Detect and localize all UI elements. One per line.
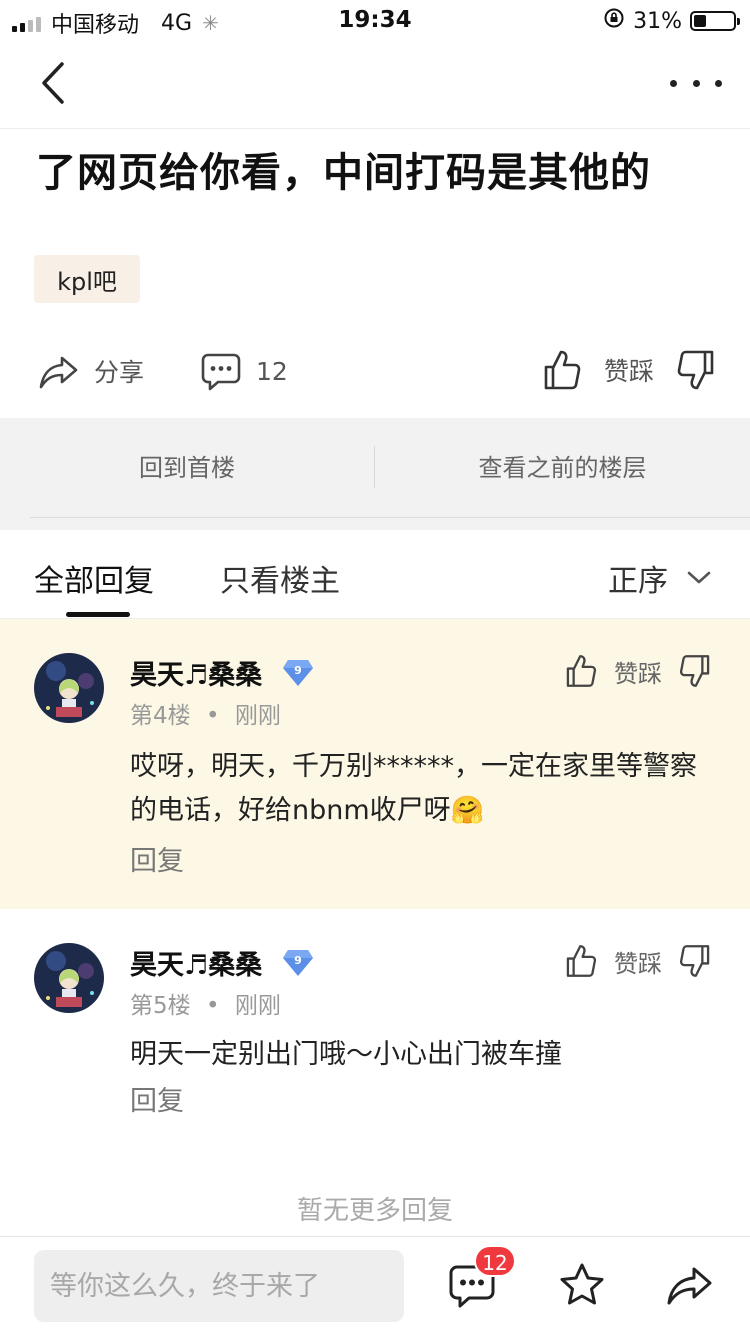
floor-number: 第5楼 [130,993,191,1019]
comment-button[interactable]: 12 [200,350,288,392]
reply-vote: 赞踩 [564,653,712,689]
reply-meta: 第5楼 • 刚刚 [130,993,281,1019]
svg-text:9: 9 [294,954,302,967]
comment-icon [201,353,241,391]
share-button[interactable] [666,1261,714,1309]
username[interactable]: 昊天♬桑桑 9 [130,943,314,985]
share-label: 分享 [94,358,145,387]
level-badge: 9 [282,948,314,985]
tab-owner-only[interactable]: 只看楼主 [220,556,340,600]
battery-percent: 31% [633,8,682,34]
comment-count-badge: 12 [474,1245,516,1277]
post-title: 了网页给你看，中间打码是其他的 [36,150,651,196]
reply-time: 刚刚 [234,993,281,1019]
thumbs-down-icon[interactable] [678,943,712,979]
reply-time: 刚刚 [234,703,281,729]
nav-bar [0,40,750,129]
vote-label: 赞踩 [604,357,655,386]
vote-label: 赞踩 [614,949,662,978]
favorite-button[interactable] [558,1261,606,1309]
reply-button[interactable]: 回复 [130,839,184,878]
username[interactable]: 昊天♬桑桑 9 [130,653,314,695]
no-more-replies: 暂无更多回复 [296,1196,453,1226]
reply-item: 昊天♬桑桑 9 第5楼 • 刚刚 明天一定别出门哦～小心出门被车撞 回复 赞踩 [0,909,750,1149]
floor-nav: 回到首楼 查看之前的楼层 [0,418,750,530]
reply-vote: 赞踩 [564,943,712,979]
tab-all-replies[interactable]: 全部回复 [34,556,154,600]
chevron-left-icon [42,62,64,104]
status-bar: 中国移动 4G ✳ 19:34 31% [0,0,750,40]
reply-text: 哎呀，明天，千万别******，一定在家里等警察的电话，好给nbnm收尸呀🤗 [130,751,697,826]
vote-group: 赞踩 [542,348,716,392]
comment-input[interactable] [34,1250,404,1322]
vote-label: 赞踩 [614,659,662,688]
reply-item: 昊天♬桑桑 9 第4楼 • 刚刚 哎呀，明天，千万别******，一定在家里等警… [0,619,750,909]
first-floor-link[interactable]: 回到首楼 [0,418,374,518]
thumbs-down-icon[interactable] [678,653,712,689]
reply-button[interactable]: 回复 [130,1079,184,1118]
forum-tag[interactable]: kpl吧 [34,255,140,303]
hug-emoji: 🤗 [450,795,485,826]
share-icon [667,1267,712,1305]
thumbs-down-icon[interactable] [676,348,716,392]
thumbs-up-icon[interactable] [542,348,582,392]
back-button[interactable] [30,58,80,108]
avatar[interactable] [34,943,104,1013]
reply-meta: 第4楼 • 刚刚 [130,703,281,729]
tab-indicator [66,612,130,617]
sort-label: 正序 [608,564,668,599]
comment-count: 12 [256,356,288,386]
reply-text: 明天一定别出门哦～小心出门被车撞 [130,1039,562,1070]
previous-floors-link[interactable]: 查看之前的楼层 [375,418,750,518]
more-button[interactable] [670,66,722,100]
floor-number: 第4楼 [130,703,191,729]
svg-text:9: 9 [294,664,302,677]
share-icon [39,356,78,389]
divider [30,517,750,518]
battery-icon [690,11,740,31]
more-dots-icon [670,79,677,87]
chevron-down-icon [687,571,711,584]
level-badge: 9 [282,658,314,695]
rotation-lock-icon [603,7,625,35]
reply-tabs: 全部回复 只看楼主 正序 [0,530,750,619]
thumbs-up-icon[interactable] [564,943,598,979]
bottom-bar: 12 [0,1236,750,1335]
sort-dropdown[interactable]: 正序 [608,556,712,600]
star-icon [560,1263,604,1305]
share-button[interactable]: 分享 [38,350,144,392]
thumbs-up-icon[interactable] [564,653,598,689]
avatar[interactable] [34,653,104,723]
